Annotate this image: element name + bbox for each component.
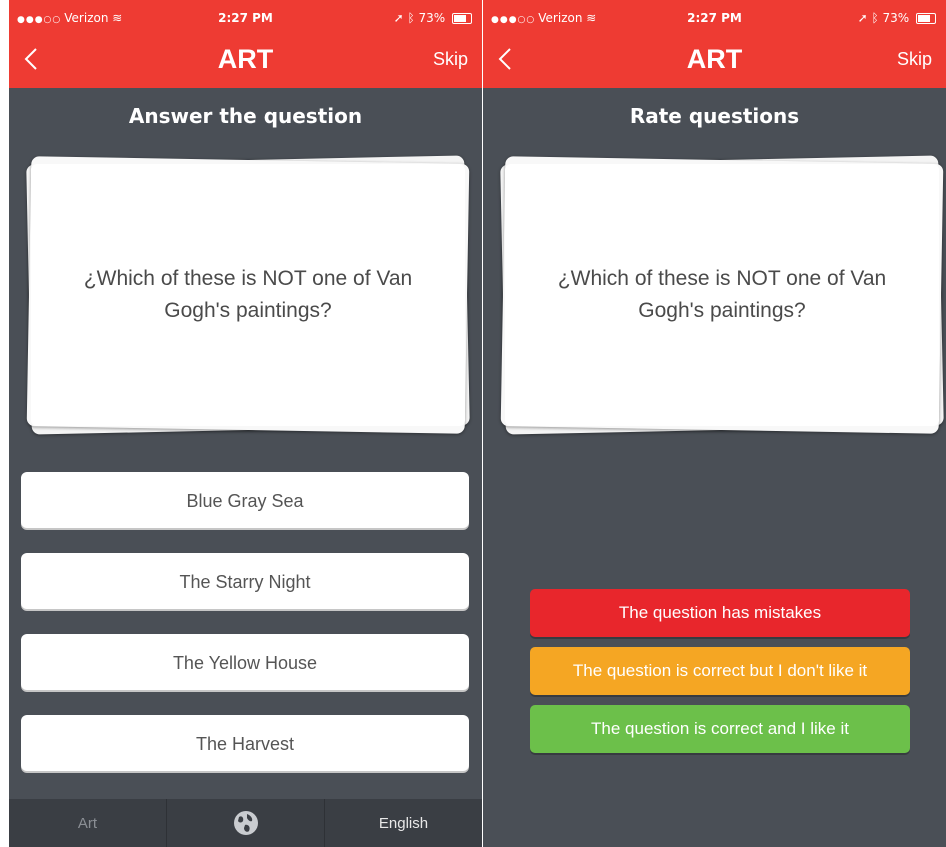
rate-screen: ●●●○○ Verizon ≋ 2:27 PM ➚ ᛒ 73% ART Skip … <box>483 0 946 847</box>
battery-icon <box>916 13 936 24</box>
nav-bar: ART Skip <box>483 40 946 80</box>
rating-buttons: The question has mistakes The question i… <box>530 589 910 763</box>
page-title: ART <box>686 44 743 74</box>
top-bar: ●●●○○ Verizon ≋ 2:27 PM ➚ ᛒ 73% ART Skip <box>483 0 946 88</box>
tab-bar: Art English <box>9 799 482 847</box>
bluetooth-icon: ᛒ <box>407 11 415 25</box>
top-bar: ●●●○○ Verizon ≋ 2:27 PM ➚ ᛒ 73% ART Skip <box>9 0 482 88</box>
nav-bar: ART Skip <box>9 40 482 80</box>
bluetooth-icon: ᛒ <box>871 11 879 25</box>
rate-like-button[interactable]: The question is correct and I like it <box>530 705 910 753</box>
location-arrow-icon: ➚ <box>393 11 404 25</box>
battery-percent: 73% <box>882 11 910 25</box>
answer-list: Blue Gray Sea The Starry Night The Yello… <box>21 472 469 796</box>
tab-category[interactable]: Art <box>9 799 167 847</box>
globe-icon <box>233 811 258 835</box>
status-bar: ●●●○○ Verizon ≋ 2:27 PM ➚ ᛒ 73% <box>9 8 482 28</box>
answer-button[interactable]: The Yellow House <box>21 634 469 690</box>
skip-button[interactable]: Skip <box>897 49 932 70</box>
tab-globe[interactable] <box>167 799 325 847</box>
question-text: ¿Which of these is NOT one of Van Gogh's… <box>83 267 413 322</box>
tab-language[interactable]: English <box>325 799 482 847</box>
prompt-title: Rate questions <box>629 104 800 128</box>
answer-button[interactable]: Blue Gray Sea <box>21 472 469 528</box>
rate-mistakes-button[interactable]: The question has mistakes <box>530 589 910 637</box>
answer-button[interactable]: The Starry Night <box>21 553 469 609</box>
rate-dislike-button[interactable]: The question is correct but I don't like… <box>530 647 910 695</box>
question-card: ¿Which of these is NOT one of Van Gogh's… <box>500 155 944 435</box>
status-right: ➚ ᛒ 73% <box>394 11 472 25</box>
question-card-front: ¿Which of these is NOT one of Van Gogh's… <box>31 164 465 426</box>
prompt-title: Answer the question <box>128 104 363 128</box>
page-title: ART <box>217 44 274 74</box>
battery-icon <box>452 13 472 24</box>
question-text: ¿Which of these is NOT one of Van Gogh's… <box>557 267 887 322</box>
answer-screen: ●●●○○ Verizon ≋ 2:27 PM ➚ ᛒ 73% ART Skip … <box>9 0 482 847</box>
status-bar: ●●●○○ Verizon ≋ 2:27 PM ➚ ᛒ 73% <box>483 8 946 28</box>
answer-button[interactable]: The Harvest <box>21 715 469 771</box>
skip-button[interactable]: Skip <box>433 49 468 70</box>
question-card: ¿Which of these is NOT one of Van Gogh's… <box>26 155 470 435</box>
battery-percent: 73% <box>418 11 446 25</box>
question-card-front: ¿Which of these is NOT one of Van Gogh's… <box>505 164 939 426</box>
status-right: ➚ ᛒ 73% <box>858 11 936 25</box>
location-arrow-icon: ➚ <box>857 11 868 25</box>
